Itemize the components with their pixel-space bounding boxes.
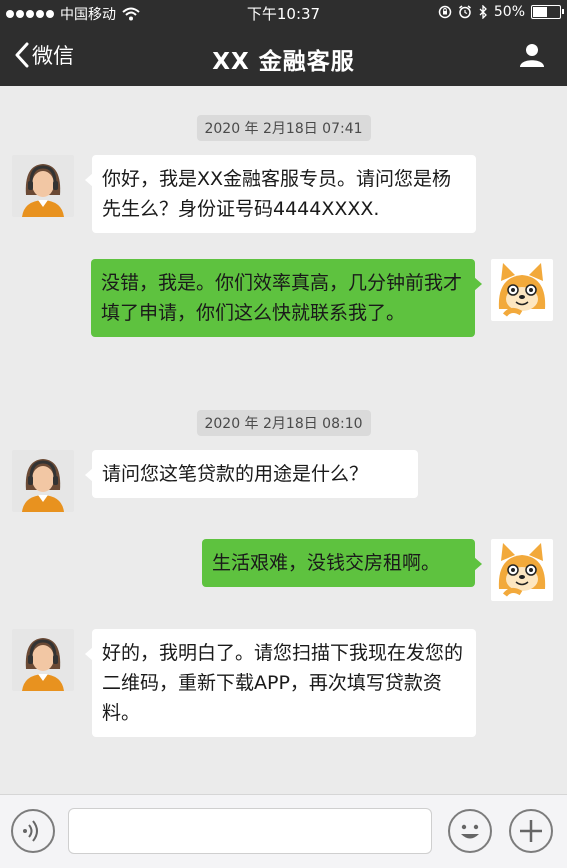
message-timestamp: 2020 年 2月18日 07:41 [196,115,371,141]
outgoing-message-bubble[interactable]: 没错，我是。你们效率真高，几分钟前我才填了申请，你们这么快就联系我了。 [91,259,482,337]
message-timestamp: 2020 年 2月18日 08:10 [196,410,371,436]
chat-area[interactable]: 2020 年 2月18日 07:41 你好，我是XX金融客服专员。请问您是杨先生… [0,86,567,794]
outgoing-message-bubble[interactable]: 生活艰难，没钱交房租啊。 [202,539,482,587]
battery-icon [531,5,564,19]
more-button[interactable] [509,809,553,853]
profile-button[interactable] [519,42,545,72]
message-input[interactable] [68,808,432,854]
user-avatar[interactable] [491,259,553,321]
chat-screen: 中国移动 下午10:37 50% 微信 XX 金融客服 2020 年 2月18日… [0,0,567,868]
battery-percent: 50% [493,4,525,20]
emoji-icon [461,824,479,839]
voice-button[interactable] [11,809,55,853]
agent-avatar-icon [12,629,74,691]
incoming-message-bubble[interactable]: 你好，我是XX金融客服专员。请问您是杨先生么？身份证号码4444XXXX. [85,155,476,233]
input-bar [0,794,567,868]
agent-avatar[interactable] [12,155,74,217]
user-avatar-icon [491,539,553,601]
status-right: 50% [438,4,564,20]
alarm-icon [458,5,471,19]
orientation-lock-icon [438,5,452,19]
incoming-message-bubble[interactable]: 好的，我明白了。请您扫描下我现在发您的二维码，重新下载APP，再次填写贷款资料。 [85,629,476,737]
emoji-button[interactable] [448,809,492,853]
agent-avatar-icon [12,155,74,217]
agent-avatar-icon [12,450,74,512]
page-title: XX 金融客服 [212,49,355,75]
bluetooth-icon [479,5,487,19]
profile-icon [520,44,544,67]
user-avatar-icon [491,259,553,321]
nav-bar: 微信 XX 金融客服 [0,26,567,86]
plus-icon [520,820,542,842]
agent-avatar[interactable] [12,629,74,691]
status-bar: 中国移动 下午10:37 50% [0,0,567,26]
user-avatar[interactable] [491,539,553,601]
incoming-message-bubble[interactable]: 请问您这笔贷款的用途是什么？ [85,450,418,498]
agent-avatar[interactable] [12,450,74,512]
voice-icon [23,820,38,842]
